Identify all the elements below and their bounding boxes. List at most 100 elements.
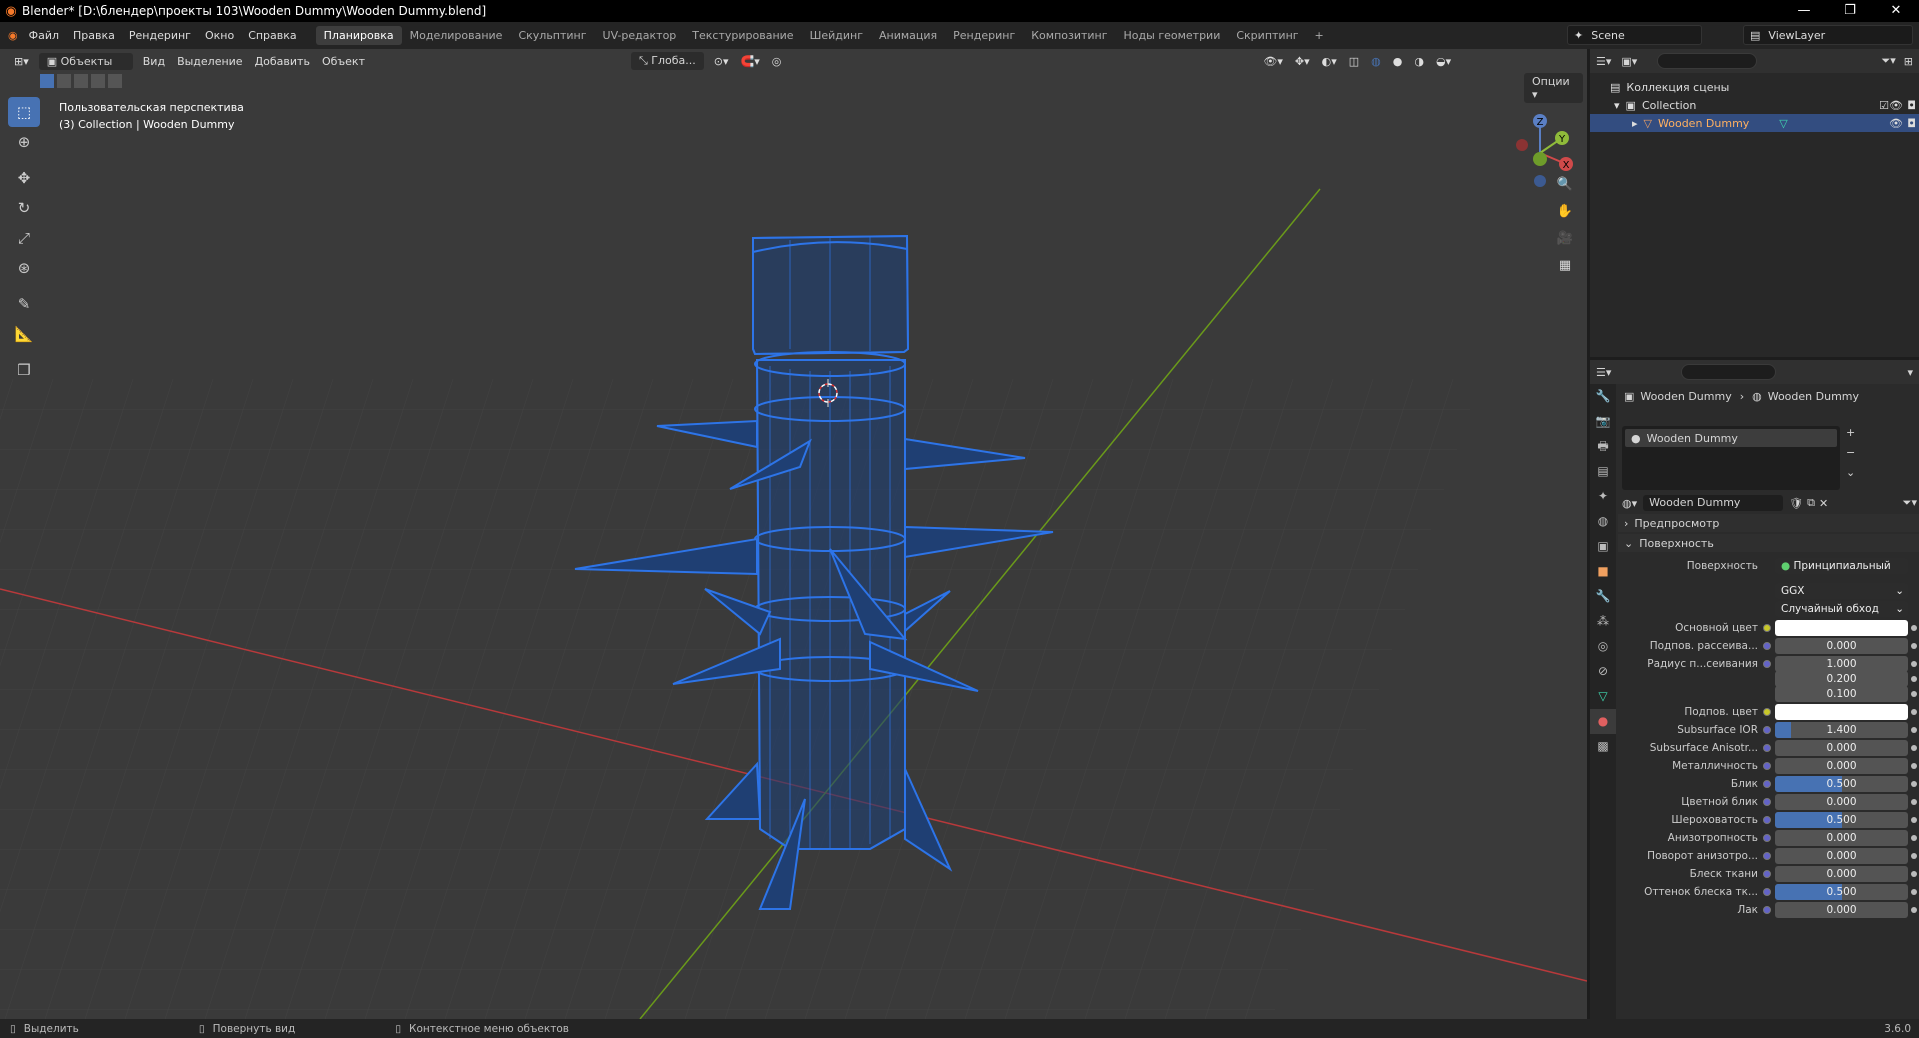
outliner-search-input[interactable] (1657, 53, 1758, 69)
snap-icon[interactable]: 🧲▾ (735, 53, 766, 70)
keyframe-dot-icon[interactable] (1911, 709, 1917, 715)
value-slider-field[interactable]: 1.400 (1775, 722, 1908, 738)
tab-geometry-nodes[interactable]: Ноды геометрии (1116, 26, 1229, 45)
properties-options-icon[interactable]: ▾ (1907, 366, 1913, 379)
socket-link-icon[interactable] (1763, 816, 1771, 824)
subsurface-method-dropdown[interactable]: Случайный обход ⌄ (1775, 601, 1908, 617)
gizmo-toggle-icon[interactable]: ✥▾ (1289, 53, 1316, 70)
render-tab-icon[interactable]: 📷 (1590, 409, 1616, 434)
value-slider-field[interactable]: 0.000 (1775, 866, 1908, 882)
material-slot-list[interactable]: ● Wooden Dummy (1622, 426, 1840, 490)
select-box-tool-icon[interactable]: ⬚ (8, 97, 40, 127)
menu-render[interactable]: Рендеринг (122, 29, 198, 42)
tab-texture-paint[interactable]: Текстурирование (684, 26, 801, 45)
visibility-eye-icon[interactable]: 👁 (1889, 117, 1903, 130)
tool-tab-icon[interactable]: 🔧 (1590, 384, 1616, 409)
socket-link-icon[interactable] (1763, 798, 1771, 806)
value-slider-field[interactable]: 0.500 (1775, 776, 1908, 792)
value-slider-field[interactable]: 0.000 (1775, 902, 1908, 918)
menu-help[interactable]: Справка (241, 29, 303, 42)
visibility-icon[interactable]: 👁▾ (1257, 53, 1289, 70)
options-dropdown[interactable]: Опции ▾ (1524, 73, 1583, 103)
shading-rendered-icon[interactable]: ◒▾ (1430, 53, 1457, 70)
material-name-field[interactable]: Wooden Dummy (1643, 495, 1784, 511)
menu-edit[interactable]: Правка (66, 29, 122, 42)
value-slider-field[interactable]: 0.500 (1775, 884, 1908, 900)
maximize-button[interactable]: ❐ (1827, 0, 1873, 22)
measure-tool-icon[interactable]: 📐 (8, 319, 40, 349)
object-tab-icon[interactable]: ■ (1590, 559, 1616, 584)
socket-link-icon[interactable] (1763, 642, 1771, 650)
menu-file[interactable]: Файл (22, 29, 66, 42)
material-slot-item[interactable]: ● Wooden Dummy (1625, 429, 1837, 447)
outliner-editor-icon[interactable]: ☰▾ (1596, 55, 1611, 68)
properties-editor-icon[interactable]: ☰▾ (1596, 366, 1611, 379)
socket-link-icon[interactable] (1763, 726, 1771, 734)
keyframe-dot-icon[interactable] (1911, 763, 1917, 769)
world-tab-icon[interactable]: ◍ (1590, 509, 1616, 534)
texture-tab-icon[interactable]: ▩ (1590, 734, 1616, 759)
minimize-button[interactable]: — (1781, 0, 1827, 22)
transform-tool-icon[interactable]: ⊛ (8, 253, 40, 283)
select-extend-icon[interactable] (57, 74, 71, 88)
socket-link-icon[interactable] (1763, 888, 1771, 896)
tab-layout[interactable]: Планировка (315, 26, 402, 45)
value-slider-field[interactable]: 0.100 (1775, 686, 1908, 702)
outliner-scene-collection[interactable]: ▤ Коллекция сцены (1590, 78, 1919, 96)
zoom-icon[interactable]: 🔍 (1553, 173, 1577, 197)
rotate-tool-icon[interactable]: ↻ (8, 193, 40, 223)
value-slider-field[interactable]: 0.000 (1775, 740, 1908, 756)
shading-wireframe-icon[interactable]: ◍ (1365, 53, 1387, 70)
physics-tab-icon[interactable]: ◎ (1590, 634, 1616, 659)
surface-panel-header[interactable]: ⌄ Поверхность (1618, 534, 1919, 552)
scene-tab-icon[interactable]: ✦ (1590, 484, 1616, 509)
data-tab-icon[interactable]: ▽ (1590, 684, 1616, 709)
perspective-toggle-icon[interactable]: ▦ (1553, 254, 1577, 278)
editor-type-icon[interactable]: ⊞▾ (8, 53, 35, 70)
tab-shading[interactable]: Шейдинг (802, 26, 871, 45)
menu-object[interactable]: Объект (316, 53, 371, 70)
value-slider-field[interactable]: 0.500 (1775, 812, 1908, 828)
node-link-icon[interactable]: ⏷▾ (1903, 496, 1917, 510)
proportional-editing-icon[interactable]: ◎ (766, 53, 788, 70)
material-tab-icon[interactable]: ● (1590, 709, 1616, 734)
close-button[interactable]: ✕ (1873, 0, 1919, 22)
modifier-tab-icon[interactable]: 🔧 (1590, 584, 1616, 609)
transform-orientation[interactable]: ⤡ Глоба... (631, 52, 704, 70)
keyframe-dot-icon[interactable] (1911, 889, 1917, 895)
select-intersect-icon[interactable] (108, 74, 122, 88)
select-new-icon[interactable] (40, 74, 54, 88)
xray-icon[interactable]: ◫ (1343, 53, 1365, 70)
expand-arrow-icon[interactable]: ▾ (1614, 99, 1620, 112)
socket-link-icon[interactable] (1763, 744, 1771, 752)
keyframe-dot-icon[interactable] (1911, 727, 1917, 733)
browse-material-icon[interactable]: ◍▾ (1622, 497, 1637, 510)
keyframe-dot-icon[interactable] (1911, 853, 1917, 859)
material-datablock[interactable]: ◍▾ Wooden Dummy 🛡 ⧉ ✕ ⏷▾ (1622, 494, 1917, 512)
slot-specials-icon[interactable]: ⌄ (1846, 466, 1855, 479)
keyframe-dot-icon[interactable] (1911, 817, 1917, 823)
keyframe-dot-icon[interactable] (1911, 907, 1917, 913)
output-tab-icon[interactable]: 🖶 (1590, 434, 1616, 459)
3d-viewport[interactable]: ⊞▾ ▣ Объекты Вид Выделение Добавить Объе… (0, 49, 1587, 1019)
tab-uv-editing[interactable]: UV-редактор (595, 26, 685, 45)
duplicate-material-icon[interactable]: ⧉ (1807, 496, 1815, 510)
unlink-material-icon[interactable]: ✕ (1819, 497, 1828, 510)
keyframe-dot-icon[interactable] (1911, 691, 1917, 697)
mode-selector[interactable]: ▣ Объекты (38, 52, 133, 70)
blender-menu-icon[interactable]: ◉ (0, 29, 22, 42)
keyframe-dot-icon[interactable] (1911, 661, 1917, 667)
value-slider-field[interactable]: 0.000 (1775, 848, 1908, 864)
mesh-data-icon[interactable]: ▽ (1779, 117, 1787, 130)
keyframe-dot-icon[interactable] (1911, 835, 1917, 841)
render-camera-icon[interactable]: ◘ (1907, 117, 1916, 130)
annotate-tool-icon[interactable]: ✎ (8, 289, 40, 319)
socket-link-icon[interactable] (1763, 762, 1771, 770)
filter-icon[interactable]: ⏷▾ (1881, 54, 1895, 68)
menu-view[interactable]: Вид (137, 53, 171, 70)
particles-tab-icon[interactable]: ⁂ (1590, 609, 1616, 634)
tab-rendering[interactable]: Рендеринг (945, 26, 1023, 45)
pan-hand-icon[interactable]: ✋ (1553, 200, 1577, 224)
expand-arrow-icon[interactable]: ▸ (1632, 117, 1638, 130)
cursor-tool-icon[interactable]: ⊕ (8, 127, 40, 157)
